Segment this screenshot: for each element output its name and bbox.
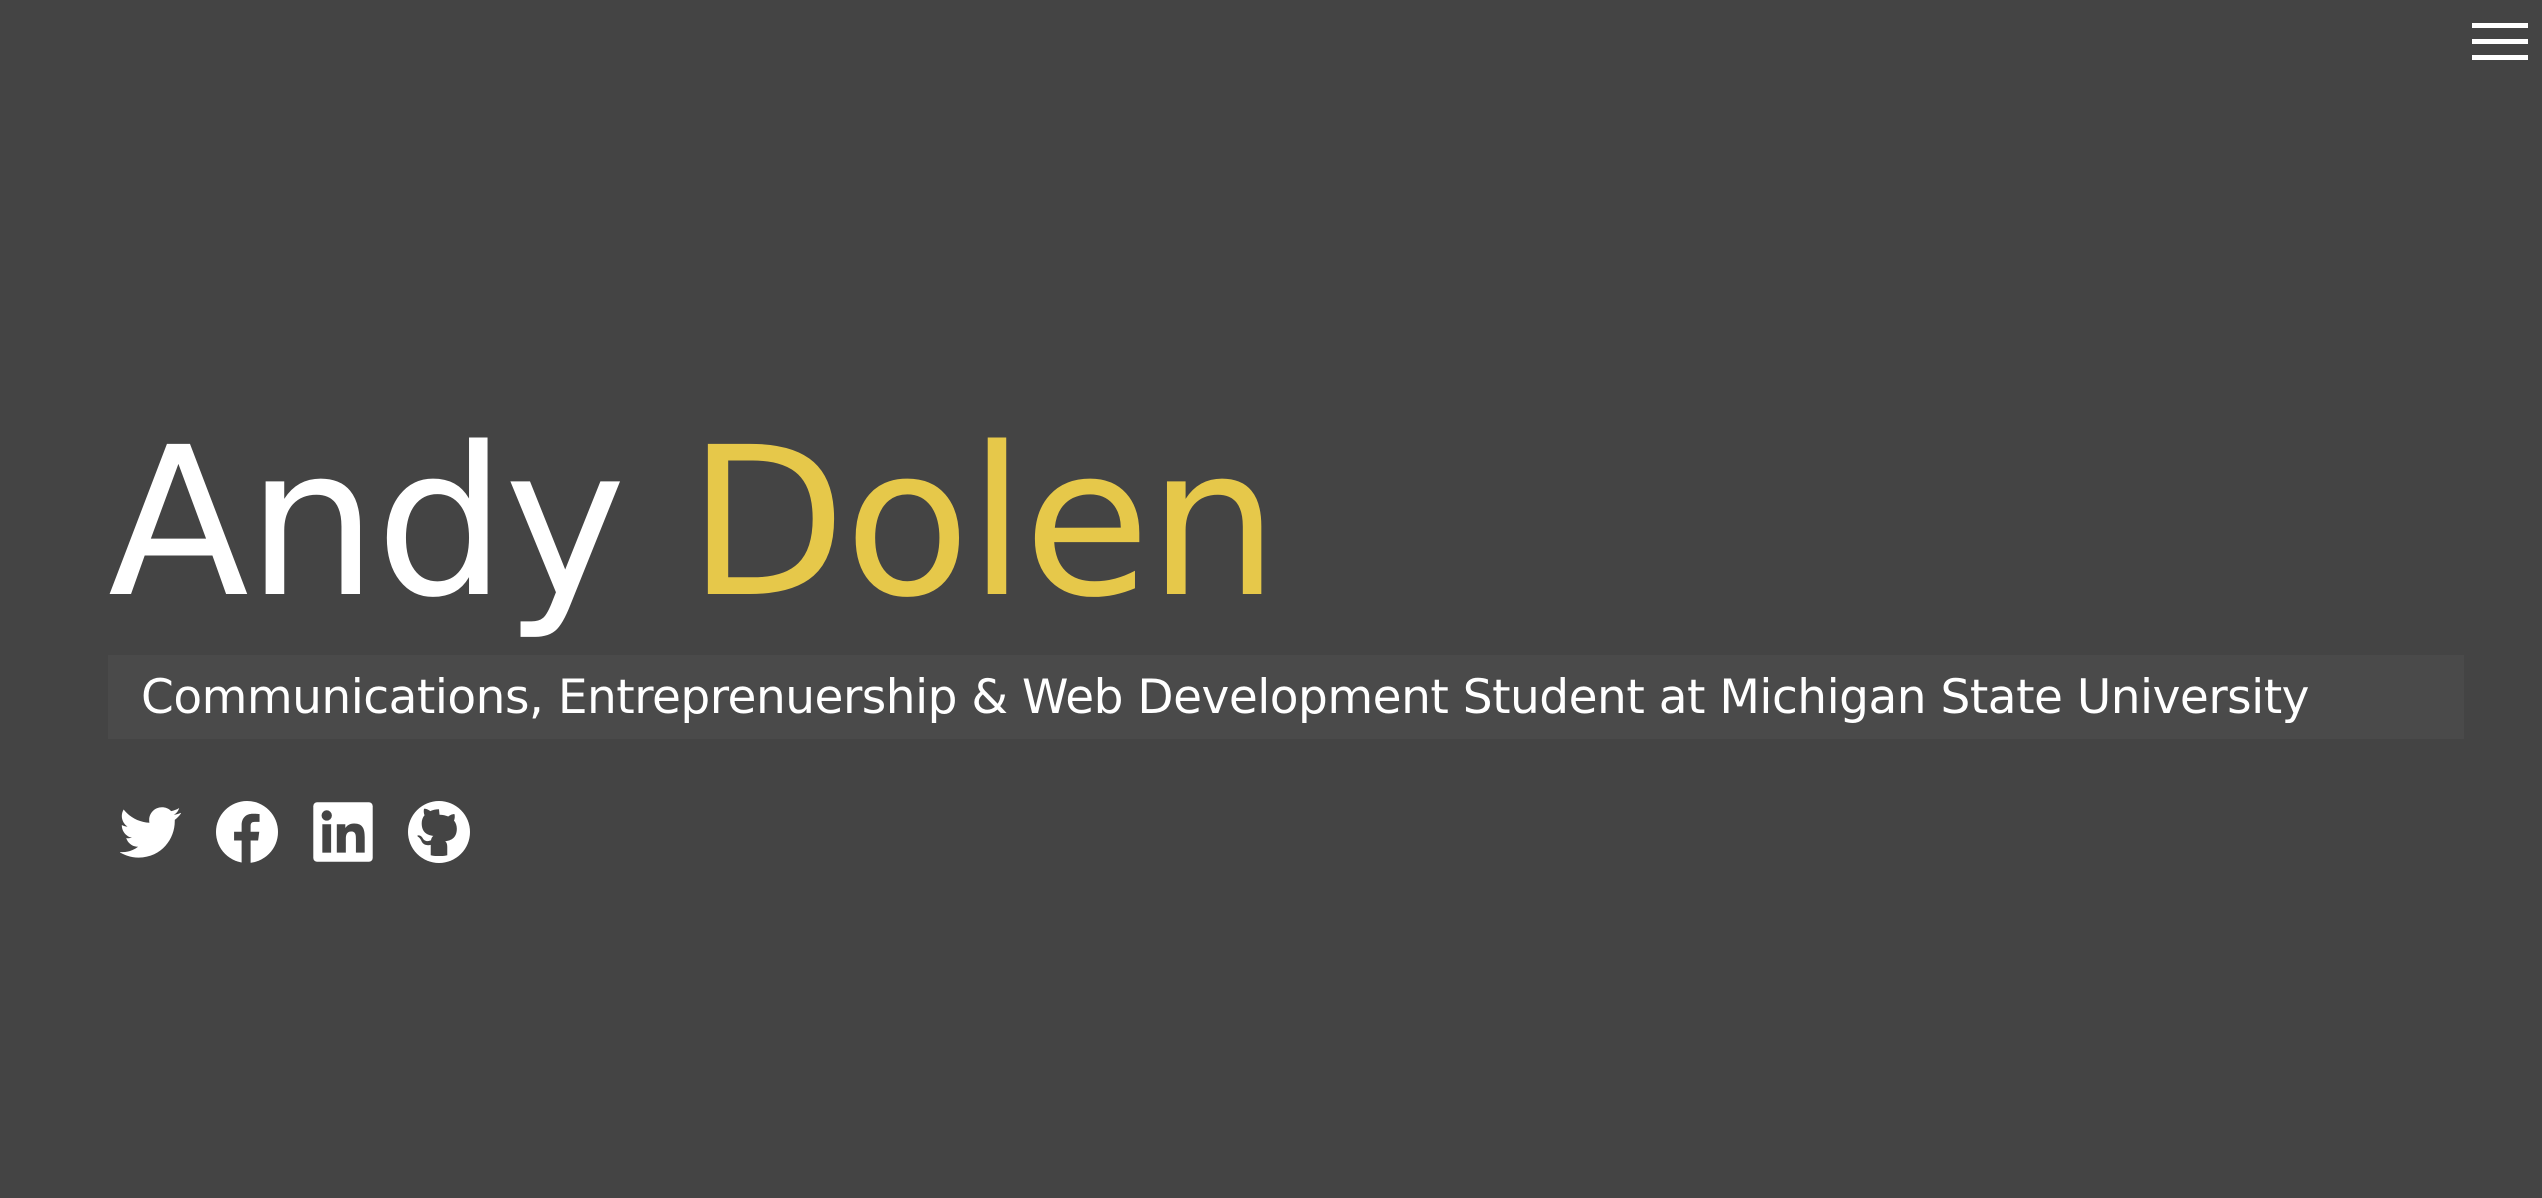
tagline: Communications, Entreprenuership & Web D… bbox=[141, 669, 2309, 725]
linkedin-icon bbox=[313, 802, 373, 862]
hero-title: Andy Dolen bbox=[108, 420, 2464, 635]
twitter-icon bbox=[120, 807, 181, 858]
github-icon bbox=[408, 801, 470, 863]
social-links bbox=[108, 801, 2464, 863]
hero-section: Andy Dolen Communications, Entreprenuers… bbox=[108, 420, 2464, 863]
last-name: Dolen bbox=[687, 403, 1279, 643]
facebook-link[interactable] bbox=[216, 801, 278, 863]
twitter-link[interactable] bbox=[120, 801, 182, 863]
menu-bar-middle bbox=[2472, 38, 2528, 44]
page: Andy Dolen Communications, Entreprenuers… bbox=[0, 0, 2542, 1198]
menu-bar-top bbox=[2472, 22, 2528, 28]
github-link[interactable] bbox=[408, 801, 470, 863]
hamburger-menu-button[interactable] bbox=[2470, 16, 2530, 66]
facebook-icon bbox=[216, 801, 278, 863]
linkedin-link[interactable] bbox=[312, 801, 374, 863]
tagline-box: Communications, Entreprenuership & Web D… bbox=[108, 655, 2464, 739]
menu-bar-bottom bbox=[2472, 54, 2528, 60]
first-name: Andy bbox=[108, 403, 626, 643]
